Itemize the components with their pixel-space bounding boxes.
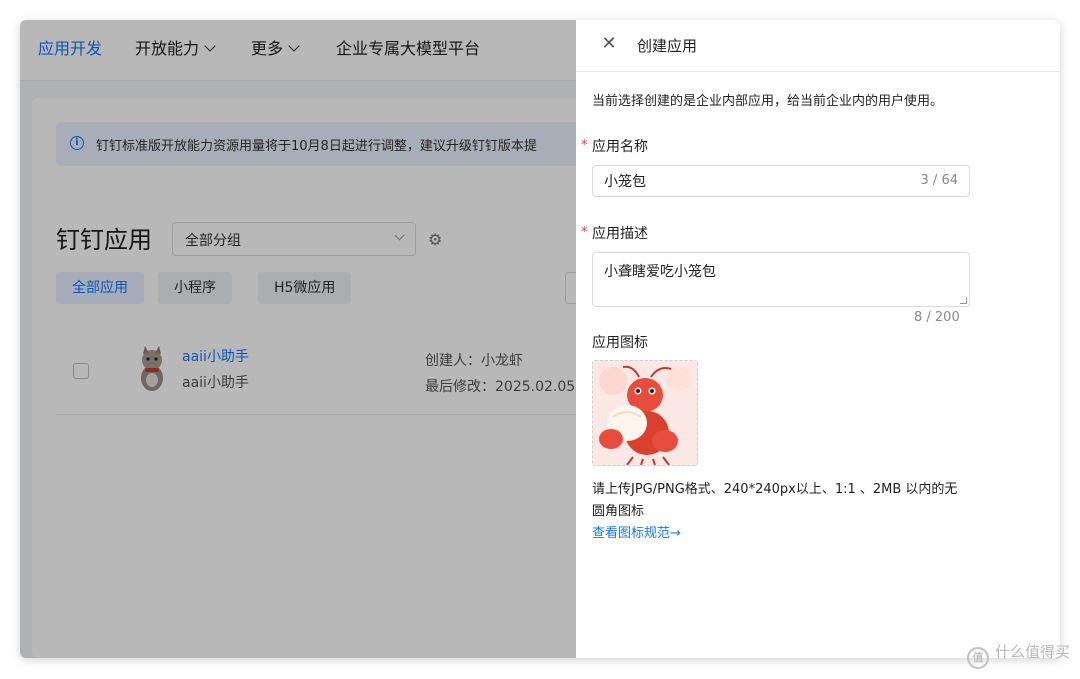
app-name-counter: 3 / 64	[920, 173, 958, 188]
watermark: 值什么值得买	[966, 641, 1070, 669]
app-name-field[interactable]: 3 / 64	[592, 165, 970, 197]
create-app-drawer: ✕ 创建应用 当前选择创建的是企业内部应用，给当前企业内的用户使用。 * 应用名…	[576, 20, 1060, 658]
required-mark: *	[581, 225, 588, 240]
drawer-intro: 当前选择创建的是企业内部应用，给当前企业内的用户使用。	[592, 94, 944, 109]
resize-handle[interactable]	[960, 297, 967, 304]
close-icon[interactable]: ✕	[598, 33, 620, 55]
app-name-input[interactable]	[593, 166, 915, 196]
app-desc-field[interactable]: 小聋瞎爱吃小笼包	[592, 252, 970, 307]
app-desc-textarea[interactable]: 小聋瞎爱吃小笼包	[593, 253, 969, 306]
app-desc-label: 应用描述	[592, 226, 648, 242]
app-window: 应用开发 开放能力 更多 企业专属大模型平台 i 钉钉标准版开放能力资源用量将于…	[20, 20, 1060, 658]
required-mark: *	[581, 138, 588, 153]
crawfish-icon	[593, 361, 697, 465]
watermark-text: 什么值得买	[994, 643, 1070, 661]
app-desc-counter: 8 / 200	[914, 310, 960, 325]
drawer-header: ✕ 创建应用	[576, 20, 1060, 72]
app-name-label: 应用名称	[592, 139, 648, 155]
drawer-title: 创建应用	[637, 37, 698, 55]
app-icon-upload[interactable]	[592, 360, 698, 466]
watermark-logo-icon: 值	[966, 647, 989, 669]
icon-hint-cont: 圆角图标	[592, 504, 645, 519]
icon-spec-link[interactable]: 查看图标规范→	[592, 522, 681, 541]
app-icon-label: 应用图标	[592, 335, 648, 351]
icon-hint: 请上传JPG/PNG格式、240*240px以上、1:1 、2MB 以内的无	[592, 482, 958, 497]
